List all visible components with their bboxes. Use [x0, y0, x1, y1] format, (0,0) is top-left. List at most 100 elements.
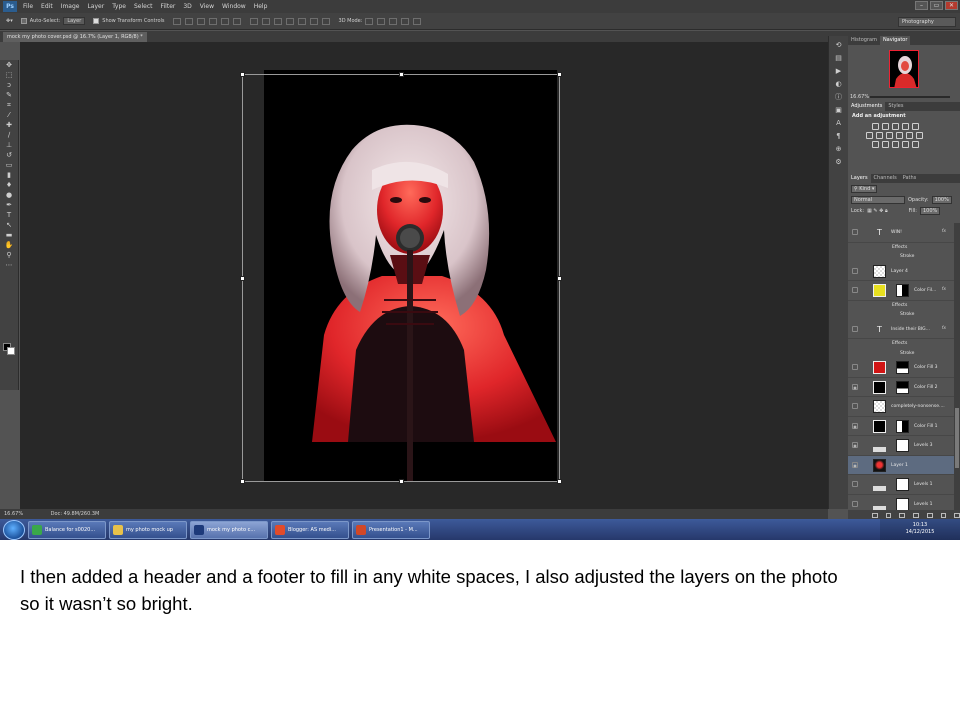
menu-view[interactable]: View	[200, 3, 214, 10]
threshold-adjust-icon[interactable]	[892, 141, 899, 148]
close-button[interactable]: ✕	[945, 1, 958, 10]
gradient-tool-icon[interactable]: ▮	[4, 171, 14, 180]
align-center-icon[interactable]	[220, 17, 229, 25]
status-zoom[interactable]: 16.67%	[4, 511, 23, 517]
menu-edit[interactable]: Edit	[41, 3, 53, 10]
start-button[interactable]	[3, 519, 25, 540]
layer-row[interactable]: ◉ Color Fill 2	[848, 378, 954, 397]
menu-3d[interactable]: 3D	[183, 3, 191, 10]
menu-file[interactable]: File	[23, 3, 33, 10]
layer-mask-thumbnail[interactable]	[896, 478, 909, 491]
3d-roll-icon[interactable]	[377, 17, 386, 25]
invert-adjust-icon[interactable]	[872, 141, 879, 148]
properties-icon[interactable]: ▣	[834, 106, 844, 114]
show-transform-checkbox[interactable]	[93, 18, 100, 24]
tab-adjustments[interactable]: Adjustments	[848, 102, 886, 111]
taskbar-item[interactable]: Balance for s0020...	[28, 520, 106, 539]
posterize-adjust-icon[interactable]	[882, 141, 889, 148]
transform-handle[interactable]	[557, 479, 562, 484]
photo-filter-adjust-icon[interactable]	[896, 132, 903, 139]
new-adjustment-icon[interactable]	[913, 512, 919, 518]
tab-layers[interactable]: Layers	[848, 174, 871, 183]
layer-row[interactable]: ◉ Levels 3	[848, 436, 954, 456]
layer-row[interactable]: Color Fil... fx	[848, 281, 954, 301]
paragraph-icon[interactable]: ¶	[834, 132, 844, 140]
layer-row[interactable]: Levels 1	[848, 495, 954, 510]
transform-bounding-box[interactable]	[240, 72, 562, 484]
menu-select[interactable]: Select	[134, 3, 153, 10]
layer-row[interactable]: Layer 4	[848, 262, 954, 281]
layer-row[interactable]: Color Fill 3	[848, 358, 954, 378]
tab-histogram[interactable]: Histogram	[848, 36, 880, 45]
layer-mask-thumbnail[interactable]	[896, 380, 909, 394]
layer-row[interactable]: ◉ Color Fill 1	[848, 417, 954, 436]
layer-effect-row[interactable]: Stroke	[848, 349, 954, 359]
layers-scrollbar[interactable]	[954, 223, 960, 510]
brush-tool-icon[interactable]: ∕	[4, 131, 14, 140]
workspace-dropdown[interactable]: Photography	[898, 17, 956, 27]
add-mask-icon[interactable]	[899, 512, 906, 518]
layer-row[interactable]: ◉ Layer 1	[848, 455, 954, 475]
layer-row[interactable]: completely-nonsense....	[848, 397, 954, 417]
distribute-top-icon[interactable]	[249, 17, 258, 25]
layer-fx-icon[interactable]: fx	[942, 287, 946, 292]
visibility-eye-icon[interactable]: ◉	[852, 383, 858, 390]
move-tool-icon[interactable]: ✥	[4, 61, 14, 70]
tab-paths[interactable]: Paths	[900, 174, 920, 183]
menu-type[interactable]: Type	[112, 3, 126, 10]
distribute-left-icon[interactable]	[285, 17, 294, 25]
visibility-eye-icon[interactable]: ◉	[852, 442, 858, 448]
menu-filter[interactable]: Filter	[161, 3, 176, 10]
menu-window[interactable]: Window	[222, 3, 246, 10]
visibility-eye-icon[interactable]: ◉	[852, 422, 858, 429]
layer-mask-thumbnail[interactable]	[896, 361, 909, 374]
pen-tool-icon[interactable]: ✒	[4, 201, 14, 210]
distribute-center-icon[interactable]	[297, 17, 306, 25]
transform-handle[interactable]	[240, 276, 245, 281]
clone-source-icon[interactable]: ⊕	[834, 145, 844, 153]
edit-toolbar-icon[interactable]: ⋯	[4, 261, 14, 270]
crop-tool-icon[interactable]: ⌗	[4, 101, 14, 110]
system-clock[interactable]: 10:13 14/12/2015	[880, 519, 960, 540]
layer-effect-row[interactable]: Effects	[848, 243, 954, 253]
hand-tool-icon[interactable]: ✋	[4, 241, 14, 250]
zoom-tool-icon[interactable]: ⚲	[4, 251, 14, 260]
tab-navigator[interactable]: Navigator	[879, 36, 911, 45]
align-top-icon[interactable]	[172, 17, 181, 25]
scrollbar-thumb[interactable]	[955, 408, 959, 468]
healing-tool-icon[interactable]: ✚	[4, 121, 14, 130]
menu-layer[interactable]: Layer	[87, 3, 104, 10]
align-right-icon[interactable]	[232, 17, 241, 25]
distribute-right-icon[interactable]	[309, 17, 318, 25]
auto-select-dropdown[interactable]: Layer	[63, 17, 86, 25]
layer-fx-icon[interactable]: fx	[942, 326, 946, 331]
transform-handle[interactable]	[399, 72, 404, 77]
visibility-eye-icon[interactable]	[852, 403, 858, 409]
new-group-icon[interactable]	[926, 512, 933, 518]
distribute-bottom-icon[interactable]	[273, 17, 282, 25]
eyedropper-tool-icon[interactable]: ⁄	[4, 111, 14, 120]
vibrance-adjust-icon[interactable]	[912, 123, 919, 130]
selective-color-adjust-icon[interactable]	[912, 141, 919, 148]
visibility-eye-icon[interactable]	[852, 364, 858, 370]
gradient-map-adjust-icon[interactable]	[902, 141, 909, 148]
layer-row[interactable]: T WIN! fx	[848, 223, 954, 243]
visibility-eye-icon[interactable]	[852, 325, 858, 332]
layer-effect-row[interactable]: Stroke	[848, 310, 954, 320]
visibility-eye-icon[interactable]	[852, 500, 858, 507]
brush-panel-icon[interactable]: ▤	[834, 54, 844, 62]
transform-handle[interactable]	[399, 479, 404, 484]
3d-slide-icon[interactable]	[401, 17, 410, 25]
info-icon[interactable]: ⓘ	[834, 93, 844, 101]
layer-row[interactable]: T Inside their BIG... fx	[848, 320, 954, 339]
stamp-tool-icon[interactable]: ⊥	[4, 141, 14, 150]
align-left-icon[interactable]	[208, 17, 217, 25]
new-layer-icon[interactable]	[940, 512, 947, 518]
layer-row[interactable]: Levels 1	[848, 475, 954, 495]
color-balance-adjust-icon[interactable]	[876, 132, 883, 139]
background-color-swatch[interactable]	[7, 347, 15, 355]
path-select-icon[interactable]: ↖	[4, 221, 14, 230]
exposure-adjust-icon[interactable]	[902, 123, 909, 130]
history-icon[interactable]: ⟲	[834, 41, 844, 49]
3d-pan-icon[interactable]	[389, 17, 398, 25]
